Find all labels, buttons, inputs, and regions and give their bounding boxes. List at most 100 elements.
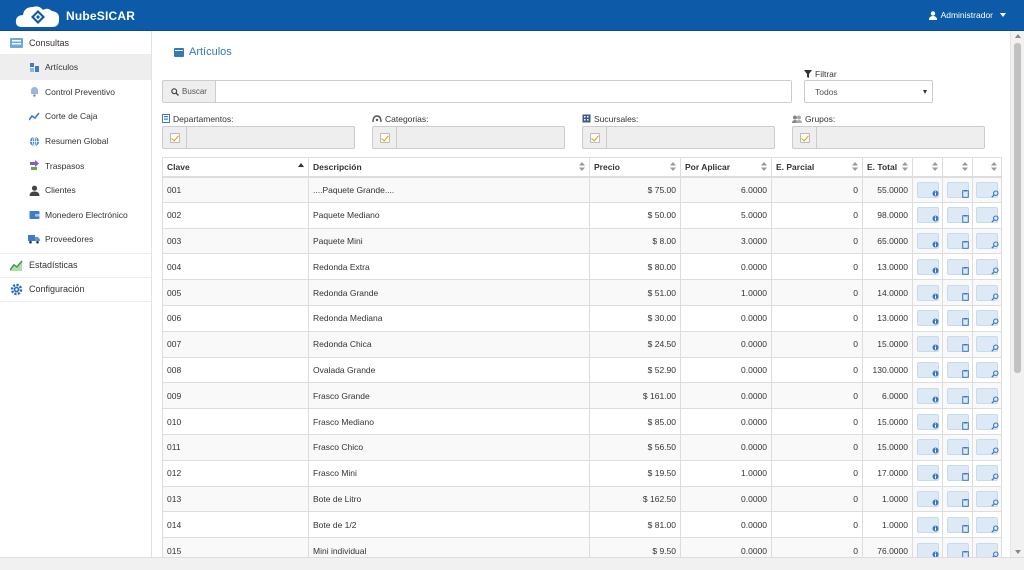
table-row[interactable]: 005 Redonda Grande $ 51.00 1.0000 0 14.0000 bbox=[162, 279, 1002, 306]
search-detail-button[interactable] bbox=[976, 336, 999, 353]
facet-sucursales-field[interactable] bbox=[582, 126, 775, 149]
checkbox-icon[interactable] bbox=[169, 132, 180, 143]
info-button[interactable] bbox=[916, 336, 939, 353]
detail-button[interactable] bbox=[946, 413, 969, 430]
detail-button[interactable] bbox=[946, 490, 969, 507]
scroll-down-icon[interactable] bbox=[1015, 550, 1021, 554]
table-row[interactable]: 009 Frasco Grande $ 161.00 0.0000 0 6.0000 bbox=[162, 382, 1002, 410]
table-row[interactable]: 008 Ovalada Grande $ 52.90 0.0000 0 130.0000 bbox=[162, 356, 1002, 384]
search-detail-button[interactable] bbox=[976, 284, 999, 301]
user-menu[interactable]: Administrador bbox=[928, 10, 1006, 20]
search-input[interactable] bbox=[216, 81, 791, 102]
detail-button[interactable] bbox=[946, 336, 969, 353]
facet-categorias-field[interactable] bbox=[372, 126, 565, 149]
detail-button[interactable] bbox=[946, 310, 969, 327]
search-detail-button[interactable] bbox=[976, 258, 999, 275]
caret-down-icon bbox=[1000, 13, 1006, 17]
column-header-action-3[interactable] bbox=[972, 157, 1002, 178]
info-button[interactable] bbox=[916, 387, 939, 404]
table-row[interactable]: 011 Frasco Chico $ 56.50 0.0000 0 15.0000 bbox=[162, 433, 1002, 461]
detail-button[interactable] bbox=[946, 465, 969, 482]
column-header-action-2[interactable] bbox=[942, 157, 973, 178]
column-header-por-aplicar[interactable]: Por Aplicar bbox=[680, 157, 772, 178]
cloud-logo-icon[interactable] bbox=[14, 3, 62, 29]
search-detail-button[interactable] bbox=[976, 516, 999, 533]
cell-precio: $ 162.50 bbox=[589, 485, 681, 513]
scroll-up-icon[interactable] bbox=[1015, 34, 1021, 38]
sidebar-item-clientes[interactable]: Clientes bbox=[0, 178, 151, 203]
search-detail-button[interactable] bbox=[976, 490, 999, 507]
search-detail-button[interactable] bbox=[976, 465, 999, 482]
search-detail-button[interactable] bbox=[976, 181, 999, 198]
detail-button[interactable] bbox=[946, 516, 969, 533]
table-row[interactable]: 002 Paquete Mediano $ 50.00 5.0000 0 98.0000 bbox=[162, 201, 1002, 229]
column-header-e-total[interactable]: E. Total bbox=[862, 157, 913, 178]
sidebar-item-control-preventivo[interactable]: Control Preventivo bbox=[0, 80, 151, 105]
checkbox-icon[interactable] bbox=[799, 132, 810, 143]
info-button[interactable] bbox=[916, 258, 939, 275]
detail-button[interactable] bbox=[946, 258, 969, 275]
sidebar-item-label: Control Preventivo bbox=[45, 86, 115, 97]
checkbox-icon[interactable] bbox=[379, 132, 390, 143]
cell-precio: $ 8.00 bbox=[589, 227, 681, 255]
detail-button[interactable] bbox=[946, 284, 969, 301]
sidebar-group-estadisticas[interactable]: Estadísticas bbox=[0, 254, 151, 278]
table-row[interactable]: 003 Paquete Mini $ 8.00 3.0000 0 65.0000 bbox=[162, 227, 1002, 255]
sidebar-item-proveedores[interactable]: Proveedores bbox=[0, 227, 151, 252]
detail-button[interactable] bbox=[946, 439, 969, 456]
sort-icon bbox=[991, 162, 997, 171]
info-button[interactable] bbox=[916, 310, 939, 327]
search-detail-button[interactable] bbox=[976, 413, 999, 430]
filter-select[interactable]: Todos bbox=[804, 80, 933, 103]
sidebar-item-articulos[interactable]: Artículos bbox=[0, 55, 151, 80]
info-button[interactable] bbox=[916, 284, 939, 301]
search-detail-button[interactable] bbox=[976, 207, 999, 224]
info-button[interactable] bbox=[916, 207, 939, 224]
column-header-e-parcial[interactable]: E. Parcial bbox=[771, 157, 863, 178]
info-button[interactable] bbox=[916, 413, 939, 430]
search-detail-button[interactable] bbox=[976, 387, 999, 404]
table-row[interactable]: 006 Redonda Mediana $ 30.00 0.0000 0 13.0000 bbox=[162, 304, 1002, 332]
sidebar-group-configuracion[interactable]: Configuración bbox=[0, 278, 151, 302]
facet-grupos-field[interactable] bbox=[792, 126, 985, 149]
brand-name[interactable]: NubeSICAR bbox=[66, 9, 135, 23]
sidebar-item-traspasos[interactable]: Traspasos bbox=[0, 153, 151, 178]
detail-button[interactable] bbox=[946, 181, 969, 198]
info-button[interactable] bbox=[916, 465, 939, 482]
table-row[interactable]: 014 Bote de 1/2 $ 81.00 0.0000 0 1.0000 bbox=[162, 511, 1002, 539]
search-detail-button[interactable] bbox=[976, 439, 999, 456]
vertical-scrollbar[interactable] bbox=[1010, 31, 1024, 557]
column-header-clave[interactable]: Clave bbox=[162, 157, 309, 178]
column-header-descripcion[interactable]: Descripción bbox=[308, 157, 590, 178]
search-detail-button[interactable] bbox=[976, 310, 999, 327]
detail-button[interactable] bbox=[946, 232, 969, 249]
facet-departamentos-field[interactable] bbox=[162, 126, 355, 149]
checkbox-icon[interactable] bbox=[589, 132, 600, 143]
search-detail-button[interactable] bbox=[976, 232, 999, 249]
search-detail-button[interactable] bbox=[976, 361, 999, 378]
info-button[interactable] bbox=[916, 490, 939, 507]
sidebar-item-monedero-electronico[interactable]: Monedero Electrónico bbox=[0, 203, 151, 228]
table-row[interactable]: 001 ....Paquete Grande.... $ 75.00 6.0000 0 5… bbox=[162, 176, 1002, 203]
detail-button[interactable] bbox=[946, 387, 969, 404]
scrollbar-thumb[interactable] bbox=[1014, 43, 1021, 373]
table-row[interactable]: 007 Redonda Chica $ 24.50 0.0000 0 15.0000 bbox=[162, 330, 1002, 358]
detail-button[interactable] bbox=[946, 361, 969, 378]
column-header-action-1[interactable] bbox=[912, 157, 943, 178]
info-button[interactable] bbox=[916, 439, 939, 456]
table-row[interactable]: 013 Bote de Litro $ 162.50 0.0000 0 1.0000 bbox=[162, 485, 1002, 513]
sidebar-group-consultas[interactable]: Consultas bbox=[0, 31, 151, 55]
column-header-precio[interactable]: Precio bbox=[589, 157, 681, 178]
info-button[interactable] bbox=[916, 181, 939, 198]
sidebar-item-corte-de-caja[interactable]: Corte de Caja bbox=[0, 104, 151, 129]
info-button[interactable] bbox=[916, 516, 939, 533]
cell-e-parcial: 0 bbox=[771, 356, 863, 384]
table-row[interactable]: 004 Redonda Extra $ 80.00 0.0000 0 13.0000 bbox=[162, 253, 1002, 281]
table-row[interactable]: 012 Frasco Mini $ 19.50 1.0000 0 17.0000 bbox=[162, 459, 1002, 487]
detail-button[interactable] bbox=[946, 207, 969, 224]
info-button[interactable] bbox=[916, 232, 939, 249]
info-button[interactable] bbox=[916, 361, 939, 378]
table-row[interactable]: 010 Frasco Mediano $ 85.00 0.0000 0 15.0000 bbox=[162, 408, 1002, 435]
sidebar-item-resumen-global[interactable]: Resumen Global bbox=[0, 129, 151, 154]
search-button[interactable]: Buscar bbox=[163, 81, 216, 102]
